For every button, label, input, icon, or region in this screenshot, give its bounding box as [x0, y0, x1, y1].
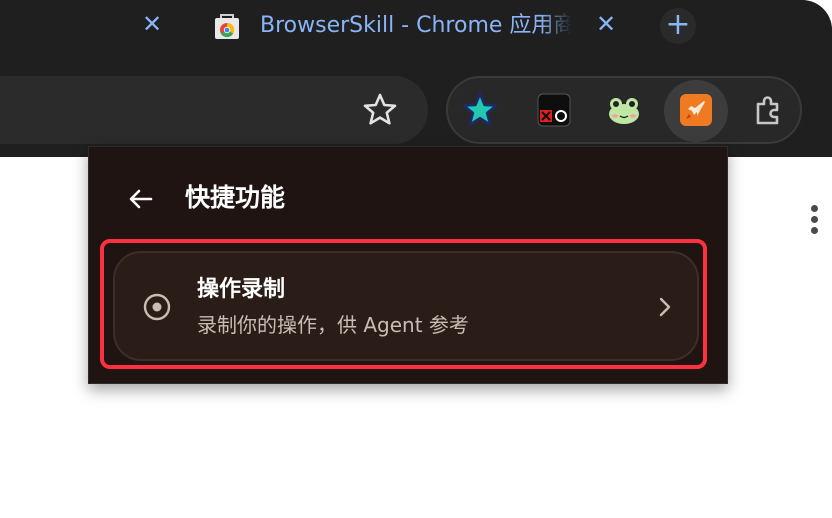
toolbar [0, 52, 832, 157]
extensions-area [446, 76, 802, 144]
red-dot-recorder-extension-icon[interactable] [536, 92, 572, 128]
tab-strip: ✕ BrowserSkill - Chrome 应用商店 ✕ + [0, 0, 832, 52]
browser-window: ✕ BrowserSkill - Chrome 应用商店 ✕ + 快捷功能 操作… [0, 0, 832, 518]
new-tab-button[interactable]: + [660, 8, 696, 44]
active-tab-close-button[interactable]: ✕ [590, 8, 622, 40]
active-tab-title[interactable]: BrowserSkill - Chrome 应用商店 [260, 10, 572, 42]
chrome-web-store-favicon-icon [215, 14, 239, 39]
highlight-annotation-box [100, 239, 707, 369]
star-outline-icon[interactable] [360, 92, 400, 128]
frog-extension-icon[interactable] [606, 92, 642, 128]
arrow-left-icon[interactable] [123, 181, 159, 217]
puzzle-extensions-menu-icon[interactable] [750, 92, 786, 128]
popup-title: 快捷功能 [185, 183, 286, 212]
rocket-browserskill-extension-icon[interactable] [678, 92, 714, 128]
extension-popup: 快捷功能 操作录制 录制你的操作，供 Agent 参考 [88, 146, 728, 384]
previous-tab-close-button[interactable]: ✕ [136, 8, 168, 40]
page-more-menu-icon[interactable] [808, 205, 820, 241]
teal-star-extension-icon[interactable] [462, 92, 498, 128]
